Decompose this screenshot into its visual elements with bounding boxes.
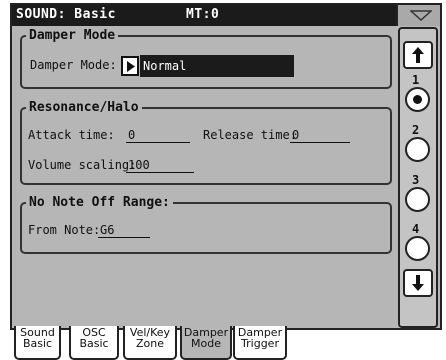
arrow-down-icon	[412, 275, 424, 291]
damper-mode-label: Damper Mode:	[30, 58, 117, 72]
release-time-label: Release time:	[203, 128, 297, 142]
mode-indicator: MT:0	[186, 7, 220, 22]
page-1-radio[interactable]	[405, 87, 430, 112]
menu-triangle-icon	[410, 10, 432, 21]
damper-mode-popup-arrow[interactable]	[121, 56, 139, 76]
page-number-2: 2	[412, 123, 420, 137]
resonance-halo-title: Resonance/Halo	[26, 100, 142, 115]
attack-time-field[interactable]: 0	[126, 128, 190, 143]
page-number-3: 3	[412, 173, 420, 187]
page-menu-button[interactable]	[396, 5, 440, 26]
tab-vel-key-zone[interactable]: Vel/Key Zone	[123, 326, 177, 360]
tab-damper-mode[interactable]: Damper Mode	[180, 326, 232, 360]
from-note-field[interactable]: G6	[98, 223, 150, 238]
tab-bar: Sound Basic OSC Basic Vel/Key Zone Dampe…	[12, 326, 442, 360]
damper-mode-group: Damper Mode Damper Mode: Normal	[20, 28, 392, 89]
volume-scaling-field[interactable]: 100	[126, 158, 194, 173]
no-note-off-range-title: No Note Off Range:	[26, 195, 173, 210]
content-area: Damper Mode Damper Mode: Normal Resonanc…	[12, 26, 396, 326]
sound-panel: SOUND: Basic MT:0 Damper Mode Damper Mod…	[10, 3, 442, 360]
page-scroller: 1 2 3 4	[398, 27, 438, 328]
title-bar: SOUND: Basic MT:0	[12, 5, 396, 26]
tab-sound-basic[interactable]: Sound Basic	[14, 326, 61, 360]
arrow-up-icon	[412, 47, 424, 63]
resonance-halo-group: Resonance/Halo Attack time: 0 Release ti…	[20, 100, 392, 185]
damper-mode-title: Damper Mode	[26, 28, 119, 43]
page-4-radio[interactable]	[405, 236, 430, 261]
release-time-field[interactable]: 0	[290, 128, 350, 143]
tab-osc-basic[interactable]: OSC Basic	[69, 326, 119, 360]
page-number-4: 4	[412, 222, 420, 236]
attack-time-label: Attack time:	[28, 128, 115, 142]
scroll-down-button[interactable]	[403, 269, 433, 297]
damper-mode-select[interactable]: Normal	[140, 55, 294, 77]
page-2-radio[interactable]	[405, 137, 430, 162]
page-number-1: 1	[412, 73, 420, 87]
play-triangle-icon	[127, 61, 135, 72]
page-title: SOUND: Basic	[16, 7, 116, 22]
page-3-radio[interactable]	[405, 187, 430, 212]
scroll-up-button[interactable]	[403, 41, 433, 69]
no-note-off-range-group: No Note Off Range: From Note: G6	[20, 195, 392, 254]
tab-damper-trigger[interactable]: Damper Trigger	[233, 326, 287, 360]
volume-scaling-label: Volume scaling:	[28, 158, 137, 172]
from-note-label: From Note:	[28, 223, 101, 237]
